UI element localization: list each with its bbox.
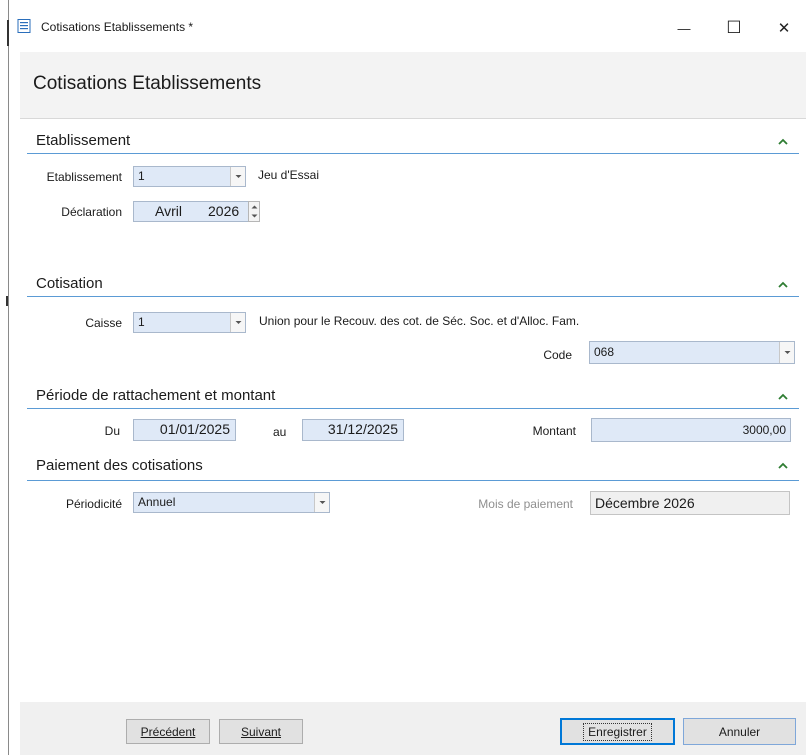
montant-input[interactable]: 3000,00 [591, 418, 791, 442]
precedent-label: Précédent [140, 724, 196, 739]
declaration-year: 2026 [208, 203, 240, 219]
precedent-button[interactable]: Précédent [126, 719, 210, 744]
au-label: au [273, 425, 287, 439]
minimize-button[interactable]: — [662, 12, 706, 44]
enregistrer-label: Enregistrer [583, 722, 652, 741]
declaration-month: Avril [155, 203, 182, 219]
spin-up-icon[interactable] [249, 202, 259, 211]
window-title: Cotisations Etablissements * [41, 20, 194, 34]
caisse-select[interactable]: 1 [133, 312, 246, 333]
periodicite-value: Annuel [138, 495, 176, 509]
section-title-cotisation: Cotisation [36, 275, 103, 292]
etablissement-label: Etablissement [46, 170, 122, 184]
code-select[interactable]: 068 [589, 341, 795, 364]
page-title: Cotisations Etablissements [33, 73, 262, 94]
annuler-label: Annuler [718, 724, 761, 739]
periodicite-label: Périodicité [65, 497, 122, 511]
etablissement-value: 1 [138, 169, 145, 183]
dropdown-arrow-icon[interactable] [314, 493, 329, 512]
periodicite-select[interactable]: Annuel [133, 492, 330, 513]
left-edge-marker [6, 296, 8, 306]
date-du-input[interactable]: 01/01/2025 [133, 419, 236, 441]
code-label: Code [543, 348, 572, 362]
annuler-button[interactable]: Annuler [683, 718, 796, 745]
mois-paiement-field: Décembre 2026 [590, 491, 790, 515]
montant-label: Montant [532, 424, 576, 438]
section-divider [27, 153, 799, 154]
declaration-label: Déclaration [61, 205, 122, 219]
date-au-input[interactable]: 31/12/2025 [302, 419, 404, 441]
du-label: Du [104, 424, 120, 438]
declaration-period-field[interactable]: Avril 2026 [133, 201, 249, 222]
dropdown-arrow-icon[interactable] [230, 167, 245, 186]
dropdown-arrow-icon[interactable] [230, 313, 245, 332]
mois-paiement-label: Mois de paiement [478, 497, 573, 511]
caisse-value: 1 [138, 315, 145, 329]
spin-down-icon[interactable] [249, 211, 259, 220]
collapse-chevron-icon[interactable] [777, 461, 789, 471]
section-divider [27, 480, 799, 481]
section-divider [27, 296, 799, 297]
suivant-button[interactable]: Suivant [219, 719, 303, 744]
collapse-chevron-icon[interactable] [777, 137, 789, 147]
caisse-label: Caisse [85, 316, 122, 330]
collapse-chevron-icon[interactable] [777, 280, 789, 290]
form-icon [17, 19, 31, 33]
section-divider [27, 408, 799, 409]
left-edge [8, 0, 9, 755]
enregistrer-button[interactable]: Enregistrer [560, 718, 675, 745]
etablissement-select[interactable]: 1 [133, 166, 246, 187]
section-title-paiement: Paiement des cotisations [36, 457, 203, 474]
declaration-spinner[interactable] [248, 201, 260, 222]
etablissement-description: Jeu d'Essai [258, 168, 319, 182]
section-title-periode: Période de rattachement et montant [36, 387, 276, 404]
code-value: 068 [594, 345, 615, 359]
section-title-etablissement: Etablissement [36, 132, 131, 149]
suivant-label: Suivant [240, 724, 282, 739]
maximize-icon: ☐ [726, 18, 742, 37]
caisse-description: Union pour le Recouv. des cot. de Séc. S… [259, 314, 580, 328]
close-button[interactable]: ✕ [762, 12, 806, 44]
maximize-button[interactable]: ☐ [712, 12, 756, 44]
minimize-icon: — [677, 20, 691, 36]
dropdown-arrow-icon[interactable] [779, 342, 794, 363]
close-icon: ✕ [777, 20, 791, 37]
collapse-chevron-icon[interactable] [777, 392, 789, 402]
